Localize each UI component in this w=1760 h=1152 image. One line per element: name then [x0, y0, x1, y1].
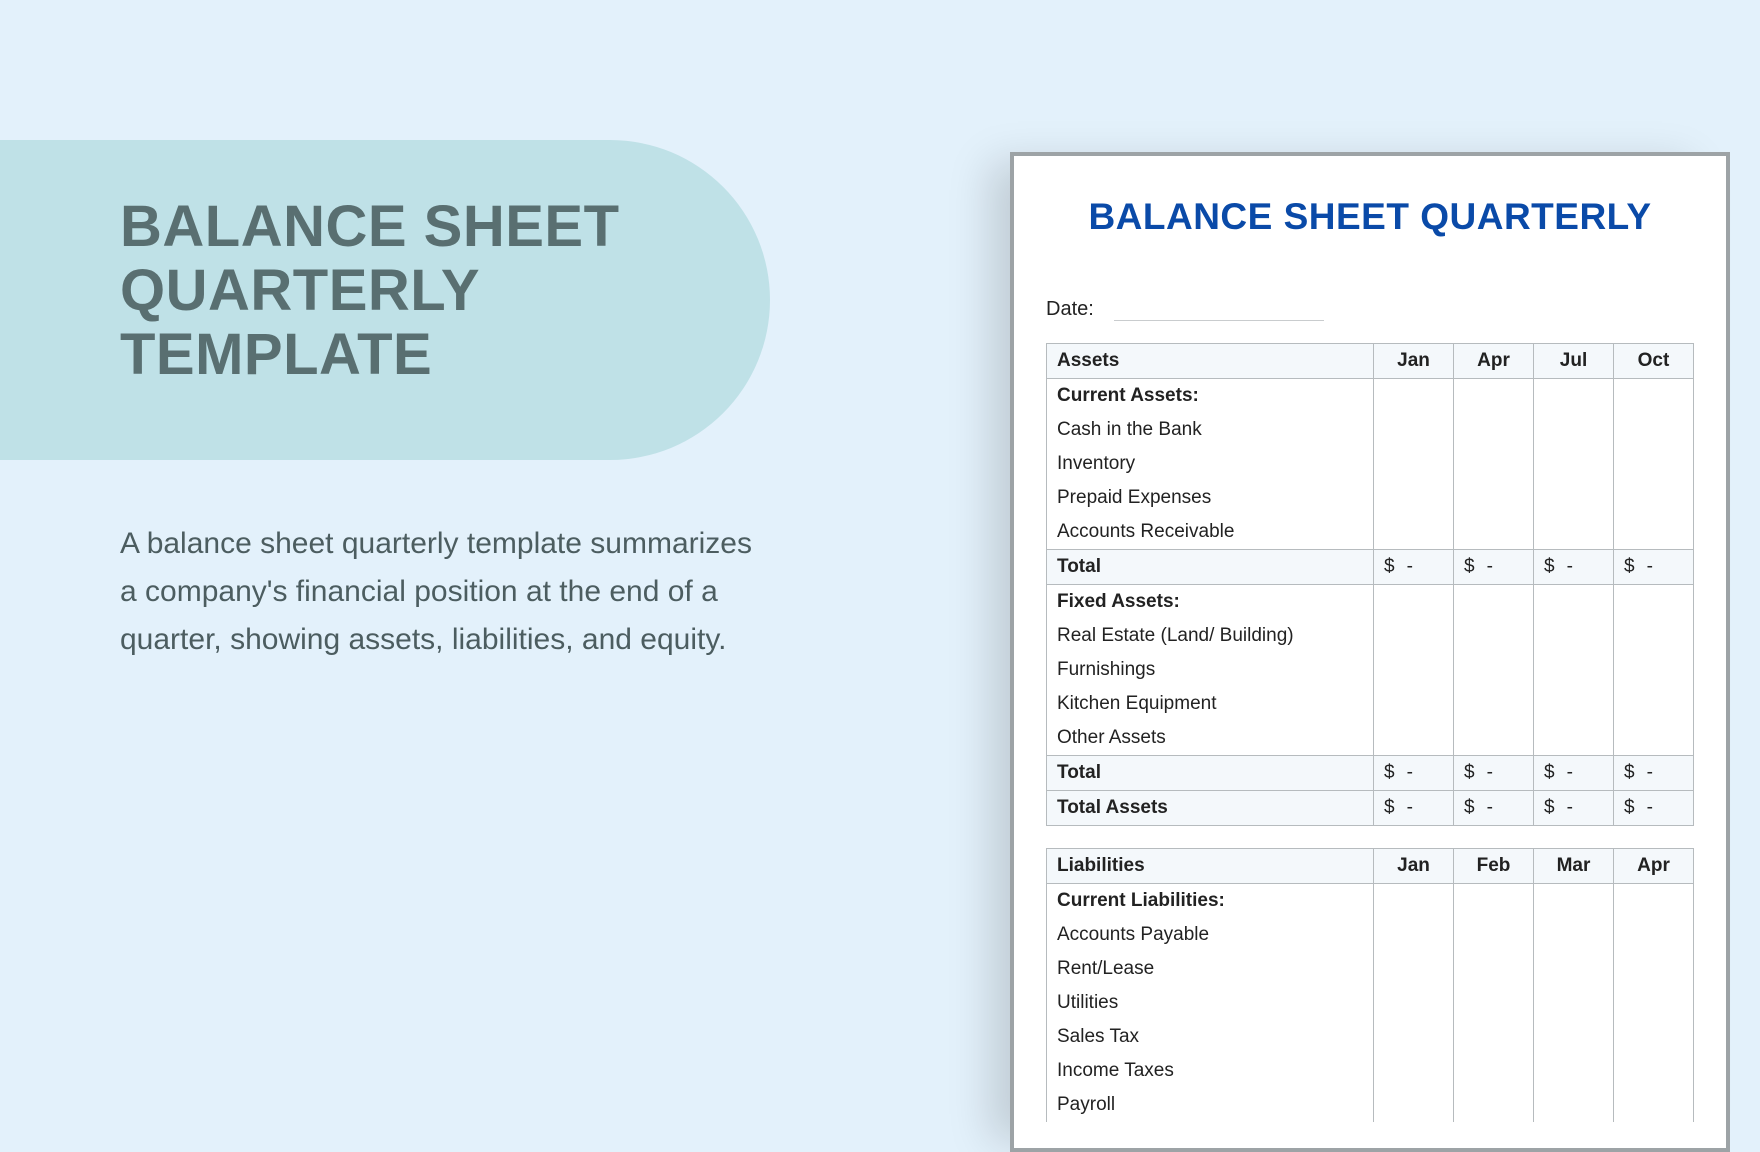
assets-sec0-item3: Accounts Receivable [1047, 515, 1374, 550]
liab-month-1: Feb [1454, 849, 1534, 884]
assets-sec1-total: Total [1047, 756, 1374, 791]
table-cell: $- [1534, 756, 1614, 791]
table-cell: $- [1534, 550, 1614, 585]
liab-sec0-item2: Utilities [1047, 986, 1374, 1020]
liab-sec0-item1: Rent/Lease [1047, 952, 1374, 986]
table-cell: $- [1374, 791, 1454, 826]
liabilities-header: Liabilities [1047, 849, 1374, 884]
promo-band: BALANCE SHEET QUARTERLY TEMPLATE [0, 140, 770, 460]
assets-sec1-item2: Kitchen Equipment [1047, 687, 1374, 721]
table-cell: $- [1454, 550, 1534, 585]
assets-sec0-item2: Prepaid Expenses [1047, 481, 1374, 515]
table-cell: $- [1454, 791, 1534, 826]
liab-month-0: Jan [1374, 849, 1454, 884]
assets-sec1-item3: Other Assets [1047, 721, 1374, 756]
table-cell: $- [1534, 791, 1614, 826]
table-cell: $- [1614, 756, 1694, 791]
liab-month-3: Apr [1614, 849, 1694, 884]
liab-sec0-item5: Payroll [1047, 1088, 1374, 1122]
liabilities-table: Liabilities Jan Feb Mar Apr Current Liab… [1046, 848, 1694, 1122]
promo-description: A balance sheet quarterly template summa… [120, 520, 760, 664]
assets-month-3: Oct [1614, 344, 1694, 379]
assets-month-2: Jul [1534, 344, 1614, 379]
liab-sec0-heading: Current Liabilities: [1047, 884, 1374, 919]
assets-sec0-total: Total [1047, 550, 1374, 585]
assets-sec0-heading: Current Assets: [1047, 379, 1374, 414]
assets-month-0: Jan [1374, 344, 1454, 379]
assets-sec1-item0: Real Estate (Land/ Building) [1047, 619, 1374, 653]
table-cell: $- [1614, 791, 1694, 826]
document-preview: BALANCE SHEET QUARTERLY Date: Assets Jan… [1010, 152, 1730, 1152]
assets-sec0-item1: Inventory [1047, 447, 1374, 481]
assets-table: Assets Jan Apr Jul Oct Current Assets: C… [1046, 343, 1694, 826]
table-cell: $- [1374, 550, 1454, 585]
assets-month-1: Apr [1454, 344, 1534, 379]
document-title: BALANCE SHEET QUARTERLY [1046, 196, 1694, 238]
assets-sec0-item0: Cash in the Bank [1047, 413, 1374, 447]
liab-month-2: Mar [1534, 849, 1614, 884]
date-underline [1114, 303, 1324, 321]
table-cell: $- [1614, 550, 1694, 585]
assets-header: Assets [1047, 344, 1374, 379]
promo-title: BALANCE SHEET QUARTERLY TEMPLATE [120, 195, 710, 386]
assets-sec1-heading: Fixed Assets: [1047, 585, 1374, 620]
liab-sec0-item0: Accounts Payable [1047, 918, 1374, 952]
table-cell: $- [1374, 756, 1454, 791]
date-label: Date: [1046, 298, 1094, 321]
liab-sec0-item4: Income Taxes [1047, 1054, 1374, 1088]
assets-grand-total: Total Assets [1047, 791, 1374, 826]
table-cell: $- [1454, 756, 1534, 791]
assets-sec1-item1: Furnishings [1047, 653, 1374, 687]
liab-sec0-item3: Sales Tax [1047, 1020, 1374, 1054]
date-row: Date: [1046, 298, 1694, 321]
